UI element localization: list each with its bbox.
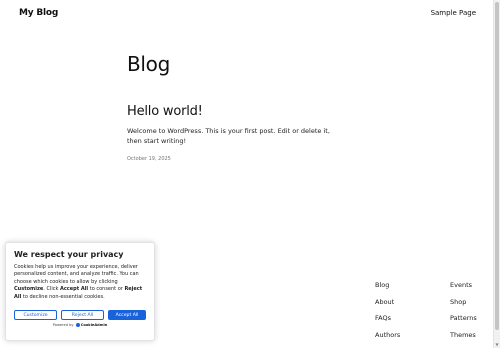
- footer-link-events[interactable]: Events: [450, 281, 477, 298]
- customize-button[interactable]: Customize: [14, 310, 57, 320]
- footer-link-shop[interactable]: Shop: [450, 298, 477, 315]
- footer-link-patterns[interactable]: Patterns: [450, 314, 477, 331]
- cookie-text-end: to decline non-essential cookies.: [21, 293, 105, 300]
- footer-link-themes[interactable]: Themes: [450, 331, 477, 348]
- page-title: Blog: [127, 52, 171, 76]
- cookie-banner-text: Cookies help us improve your experience,…: [14, 264, 146, 308]
- cookie-text-intro: Cookies help us improve your experience,…: [14, 264, 139, 285]
- site-title-link[interactable]: My Blog: [19, 8, 58, 18]
- footer-link-faqs[interactable]: FAQs: [375, 314, 400, 331]
- scrollbar-thumb[interactable]: [495, 2, 499, 330]
- post-excerpt: Welcome to WordPress. This is your first…: [127, 127, 330, 145]
- accept-all-button[interactable]: Accept All: [108, 310, 146, 320]
- cookie-button-row: Customize Reject All Accept All: [14, 310, 146, 320]
- footer-nav-col-1: Blog About FAQs Authors: [375, 281, 400, 348]
- cookie-text-mid2: to consent or: [88, 286, 125, 293]
- site-header: My Blog Sample Page: [0, 0, 493, 30]
- footer-nav-col-2: Events Shop Patterns Themes: [450, 281, 477, 348]
- powered-by-label: Powered by: [52, 323, 74, 327]
- reject-all-button[interactable]: Reject All: [61, 310, 104, 320]
- powered-by: Powered by CookieAdmin: [14, 323, 146, 327]
- cookieadmin-logo-icon: [75, 323, 80, 327]
- cookie-consent-banner: We respect your privacy Cookies help us …: [5, 242, 155, 341]
- cookie-text-mid1: . Click: [43, 286, 60, 293]
- cookie-text-customize: Customize: [14, 286, 44, 293]
- post-date: October 19, 2025: [127, 156, 171, 162]
- footer-link-about[interactable]: About: [375, 298, 400, 315]
- footer-link-authors[interactable]: Authors: [375, 331, 400, 348]
- nav-link-sample-page[interactable]: Sample Page: [431, 9, 476, 17]
- footer-link-blog[interactable]: Blog: [375, 281, 400, 298]
- cookie-text-accept-all: Accept All: [59, 286, 89, 293]
- scroll-down-arrow-icon[interactable]: ▼: [495, 342, 499, 347]
- vertical-scrollbar[interactable]: ▼: [493, 0, 500, 348]
- cookie-banner-title: We respect your privacy: [14, 250, 124, 259]
- post-title-link[interactable]: Hello world!: [127, 104, 203, 119]
- cookieadmin-brand[interactable]: CookieAdmin: [81, 323, 108, 327]
